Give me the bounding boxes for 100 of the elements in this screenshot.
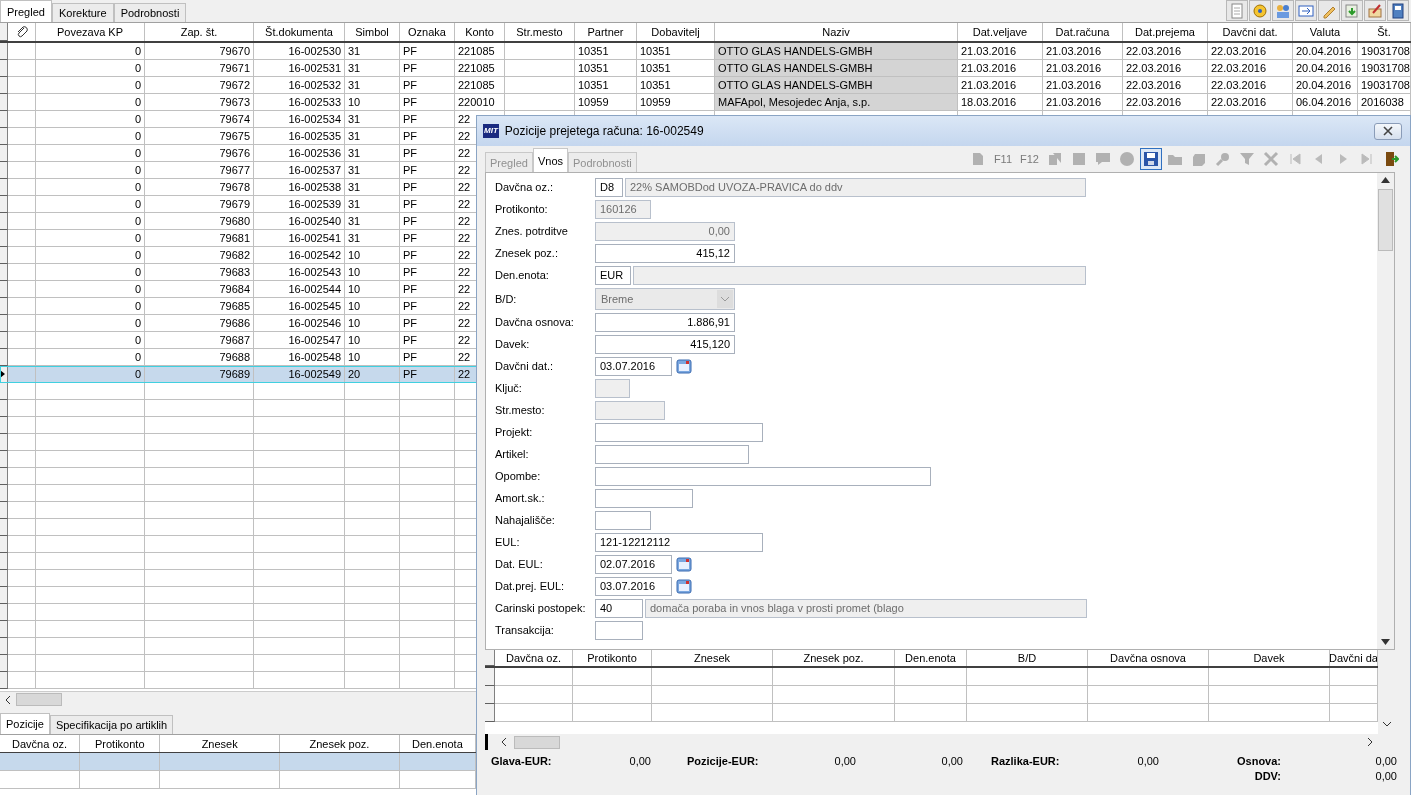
table-cell: 31 bbox=[348, 62, 361, 74]
input-field[interactable] bbox=[595, 422, 763, 442]
table-cell: 79673 bbox=[219, 96, 250, 108]
input-field[interactable]: 1.886,91 bbox=[595, 312, 735, 332]
input-field[interactable] bbox=[595, 400, 665, 420]
input-field[interactable] bbox=[595, 466, 931, 486]
table-cell: 0 bbox=[134, 198, 141, 210]
table-cell: 16-002535 bbox=[288, 130, 341, 142]
table-cell: 221085 bbox=[458, 79, 495, 91]
close-button[interactable] bbox=[1374, 122, 1402, 140]
table-cell: 22.03.2016 bbox=[1126, 62, 1182, 74]
detail-tab[interactable]: Pozicije bbox=[0, 713, 50, 734]
table-row[interactable]: 0 79672 16-002532 31 PF 221085 10351 10351 OTTO GLAS HANDELS-GMBH 21.03.2016 21.03.2016 22.03.2016 22.03.2016 20.04.2016 19031708 bbox=[0, 77, 1411, 94]
scroll-down-icon[interactable] bbox=[1381, 639, 1390, 645]
table-cell: PF bbox=[403, 113, 418, 125]
table-row[interactable]: 0 79670 16-002530 31 PF 221085 10351 10351 OTTO GLAS HANDELS-GMBH 21.03.2016 21.03.2016 22.03.2016 22.03.2016 20.04.2016 19031708 bbox=[0, 43, 1411, 60]
table-cell: 79674 bbox=[219, 113, 250, 125]
table-cell: 31 bbox=[348, 45, 361, 57]
table-cell: 31 bbox=[348, 130, 361, 142]
input-field[interactable]: EUR bbox=[595, 265, 631, 285]
table-cell: 20.04.2016 bbox=[1296, 62, 1352, 74]
table-row[interactable]: 0 79671 16-002531 31 PF 221085 10351 10351 OTTO GLAS HANDELS-GMBH 21.03.2016 21.03.2016 22.03.2016 22.03.2016 20.04.2016 19031708 bbox=[0, 60, 1411, 77]
table-row[interactable]: 0 79673 16-002533 10 PF 220010 10959 10959 MAFApol, Mesojedec Anja, s.p. 18.03.2016 21.03.2016 22.03.2016 22.03.2016 06.04.2016 2016038 bbox=[0, 94, 1411, 111]
calendar-icon[interactable] bbox=[676, 556, 692, 572]
input-field[interactable]: D8 bbox=[595, 177, 623, 197]
table-cell: PF bbox=[403, 283, 418, 295]
table-row[interactable] bbox=[485, 668, 1378, 686]
input-field[interactable] bbox=[595, 488, 693, 508]
table-cell: 31 bbox=[348, 164, 361, 176]
scroll-left-icon[interactable] bbox=[500, 737, 508, 747]
close-icon[interactable] bbox=[1383, 126, 1393, 136]
form-tab[interactable]: Vnos bbox=[532, 148, 568, 172]
input-field[interactable] bbox=[595, 444, 749, 464]
field-label: Str.mesto: bbox=[495, 404, 546, 416]
total-label: Razlika-EUR: bbox=[991, 755, 1061, 767]
table-cell: 0 bbox=[134, 368, 141, 380]
table-cell: 10959 bbox=[640, 96, 671, 108]
table-cell: 0 bbox=[134, 62, 141, 74]
table-cell: 10 bbox=[348, 283, 361, 295]
scroll-right-icon[interactable] bbox=[1366, 737, 1374, 747]
input-field[interactable] bbox=[595, 510, 651, 530]
vertical-scrollbar[interactable] bbox=[1377, 173, 1394, 649]
field-label: Ključ: bbox=[495, 382, 523, 394]
field-label: EUL: bbox=[495, 536, 521, 548]
input-field[interactable]: 03.07.2016 bbox=[595, 576, 672, 596]
table-cell: 10351 bbox=[578, 62, 609, 74]
scroll-up-icon[interactable] bbox=[1381, 177, 1390, 183]
total-value: 0,00 bbox=[833, 755, 856, 767]
row-header bbox=[485, 704, 495, 722]
table-cell: 22.03.2016 bbox=[1126, 79, 1182, 91]
table-cell: 16-002531 bbox=[288, 62, 341, 74]
detail-tab[interactable]: Specifikacija po artiklih bbox=[49, 715, 174, 734]
table-cell: 10351 bbox=[640, 62, 671, 74]
input-field[interactable]: 0,00 bbox=[595, 221, 735, 241]
scroll-down-icon[interactable] bbox=[1381, 720, 1392, 728]
input-field[interactable] bbox=[595, 620, 643, 640]
total-label: Osnova: bbox=[1236, 755, 1281, 767]
table-cell: 22 bbox=[458, 283, 471, 295]
view-tab[interactable]: Pregled bbox=[0, 0, 52, 22]
table-cell: 19031708 bbox=[1361, 79, 1410, 91]
calendar-icon[interactable] bbox=[676, 578, 692, 594]
table-cell: 10 bbox=[348, 96, 361, 108]
table-cell: 19031708 bbox=[1361, 45, 1410, 57]
table-cell: 22 bbox=[458, 232, 471, 244]
scroll-left-icon[interactable] bbox=[4, 694, 12, 705]
table-cell: PF bbox=[403, 249, 418, 261]
table-cell: 0 bbox=[134, 45, 141, 57]
scrollbar-thumb[interactable] bbox=[1378, 189, 1393, 251]
input-field[interactable]: 40 bbox=[595, 598, 643, 618]
table-cell: 10 bbox=[348, 249, 361, 261]
dropdown-caret-icon[interactable] bbox=[717, 289, 733, 308]
table-cell: 10351 bbox=[640, 79, 671, 91]
scrollbar-thumb[interactable] bbox=[514, 735, 560, 749]
column-header[interactable]: Davčni da bbox=[1330, 650, 1378, 666]
table-cell: 16-002542 bbox=[288, 249, 341, 261]
table-cell: 20 bbox=[348, 368, 361, 380]
input-field[interactable]: 415,12 bbox=[595, 243, 735, 263]
input-field[interactable]: 121-12212112 bbox=[595, 532, 763, 552]
field-label: Artikel: bbox=[495, 448, 530, 460]
table-cell: 220010 bbox=[458, 96, 495, 108]
table-cell: 0 bbox=[134, 300, 141, 312]
table-cell: MAFApol, Mesojedec Anja, s.p. bbox=[718, 96, 871, 108]
app-logo: MIT bbox=[483, 124, 499, 138]
input-field[interactable]: 415,120 bbox=[595, 334, 735, 354]
calendar-icon[interactable] bbox=[676, 358, 692, 374]
table-row[interactable] bbox=[0, 771, 476, 789]
dropdown-field[interactable]: Breme bbox=[595, 287, 735, 310]
row-header bbox=[485, 650, 495, 666]
table-row[interactable] bbox=[485, 686, 1378, 704]
input-field[interactable]: 03.07.2016 bbox=[595, 356, 672, 376]
table-cell: 10 bbox=[348, 317, 361, 329]
field-label: Znes. potrditve bbox=[495, 225, 569, 237]
view-tab[interactable]: Korekture bbox=[51, 3, 114, 22]
input-field[interactable] bbox=[595, 378, 630, 398]
input-field[interactable]: 02.07.2016 bbox=[595, 554, 672, 574]
table-row[interactable] bbox=[0, 753, 476, 771]
view-tab[interactable]: Podrobnosti bbox=[113, 3, 187, 22]
scrollbar-thumb[interactable] bbox=[16, 693, 62, 706]
input-field[interactable]: 160126 bbox=[595, 199, 651, 219]
table-cell: PF bbox=[403, 130, 418, 142]
